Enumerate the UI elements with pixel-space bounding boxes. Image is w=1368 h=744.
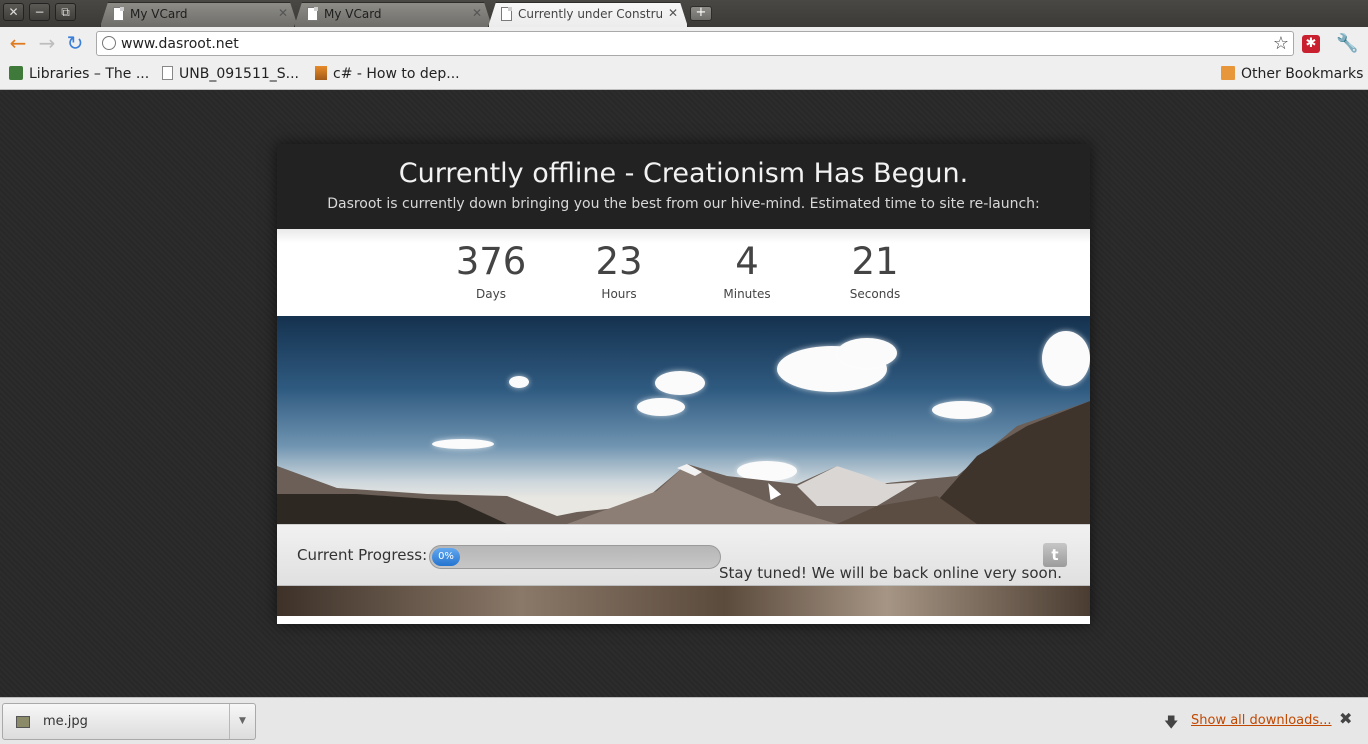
download-shelf: me.jpg ▼ 🡇 Show all downloads... ✖ <box>0 697 1368 744</box>
wrench-icon[interactable]: 🔧 <box>1336 33 1358 54</box>
new-tab-button[interactable]: + <box>690 6 712 21</box>
other-bookmarks[interactable]: Other Bookmarks <box>1221 66 1363 82</box>
page-background: Currently offline - Creationism Has Begu… <box>0 90 1368 697</box>
address-bar[interactable]: www.dasroot.net ☆ <box>96 31 1294 56</box>
extension-icon[interactable]: ✱ <box>1302 35 1320 53</box>
countdown-days: 376 Days <box>441 239 541 301</box>
window-restore-button[interactable]: ⧉ <box>55 3 76 21</box>
page-icon <box>113 7 124 21</box>
download-item[interactable]: me.jpg ▼ <box>2 703 256 740</box>
maintenance-card: Currently offline - Creationism Has Begu… <box>277 144 1090 624</box>
bookmarks-bar: Libraries – The ... UNB_091511_S... c# -… <box>0 60 1368 90</box>
window-close-button[interactable]: ✕ <box>3 3 24 21</box>
bookmark-star-icon[interactable]: ☆ <box>1273 33 1289 54</box>
page-title: Currently offline - Creationism Has Begu… <box>398 158 969 189</box>
download-filename: me.jpg <box>43 714 88 729</box>
mountains-illustration <box>277 401 1090 524</box>
download-menu-button[interactable]: ▼ <box>229 704 255 739</box>
reload-button[interactable]: ↻ <box>64 33 86 55</box>
countdown-seconds: 21 Seconds <box>825 239 925 301</box>
countdown-timer: 376 Days 23 Hours 4 Minutes 21 Seconds <box>277 229 1090 316</box>
bookmark-csharp[interactable]: c# - How to dep... <box>315 66 460 82</box>
stackoverflow-icon <box>315 66 327 80</box>
tab-title: Currently under Construct <box>518 7 662 21</box>
countdown-label: Minutes <box>723 287 771 301</box>
tab-close-icon[interactable]: ✕ <box>472 6 482 20</box>
browser-toolbar: ← → ↻ www.dasroot.net ☆ ✱ 🔧 <box>0 27 1368 60</box>
countdown-hours: 23 Hours <box>569 239 669 301</box>
tab-my-vcard-2[interactable]: My VCard ✕ <box>294 2 492 27</box>
close-shelf-icon[interactable]: ✖ <box>1339 709 1352 728</box>
countdown-label: Hours <box>601 287 637 301</box>
url-text: www.dasroot.net <box>121 36 239 52</box>
progress-fill: 0% <box>432 548 460 566</box>
tab-currently-under-construction[interactable]: Currently under Construct ✕ <box>488 2 688 27</box>
tab-close-icon[interactable]: ✕ <box>668 6 678 20</box>
progress-panel: Current Progress: 0% t Stay tuned! We wi… <box>277 524 1090 586</box>
countdown-label: Seconds <box>849 287 901 301</box>
page-icon <box>307 7 318 21</box>
page-icon <box>162 66 173 80</box>
page-subtitle: Dasroot is currently down bringing you t… <box>327 196 1040 212</box>
libraries-icon <box>9 66 23 80</box>
back-button[interactable]: ← <box>7 33 29 55</box>
bookmark-unb[interactable]: UNB_091511_S... <box>162 66 299 82</box>
page-icon <box>501 7 512 21</box>
bookmark-label: UNB_091511_S... <box>179 66 300 82</box>
forward-button[interactable]: → <box>36 33 58 55</box>
bookmark-libraries[interactable]: Libraries – The ... <box>9 66 149 82</box>
countdown-value: 21 <box>851 240 899 283</box>
progress-label: Current Progress: <box>297 546 428 564</box>
download-arrow-icon: 🡇 <box>1164 715 1179 731</box>
title-bar: ✕ − ⧉ My VCard ✕ My VCard ✕ Currently un… <box>0 0 1368 27</box>
tab-close-icon[interactable]: ✕ <box>278 6 288 20</box>
countdown-value: 23 <box>595 240 643 283</box>
window-minimize-button[interactable]: − <box>29 3 50 21</box>
progress-bar: 0% <box>429 545 721 569</box>
bookmark-label: Libraries – The ... <box>29 66 150 82</box>
image-file-icon <box>16 716 30 728</box>
tab-my-vcard-1[interactable]: My VCard ✕ <box>100 2 298 27</box>
other-bookmarks-label: Other Bookmarks <box>1241 66 1364 82</box>
folder-icon <box>1221 66 1235 80</box>
tab-title: My VCard <box>130 7 188 21</box>
stay-tuned-message: Stay tuned! We will be back online very … <box>719 564 1062 582</box>
show-all-downloads-link[interactable]: Show all downloads... <box>1191 713 1332 728</box>
globe-icon <box>102 36 116 50</box>
countdown-value: 376 <box>455 240 527 283</box>
tab-title: My VCard <box>324 7 382 21</box>
mountain-hero-image <box>277 316 1090 524</box>
countdown-minutes: 4 Minutes <box>697 239 797 301</box>
card-header: Currently offline - Creationism Has Begu… <box>277 144 1090 229</box>
hero-bottom-strip <box>277 586 1090 616</box>
countdown-value: 4 <box>735 240 759 283</box>
bookmark-label: c# - How to dep... <box>333 66 460 82</box>
countdown-label: Days <box>476 287 506 301</box>
